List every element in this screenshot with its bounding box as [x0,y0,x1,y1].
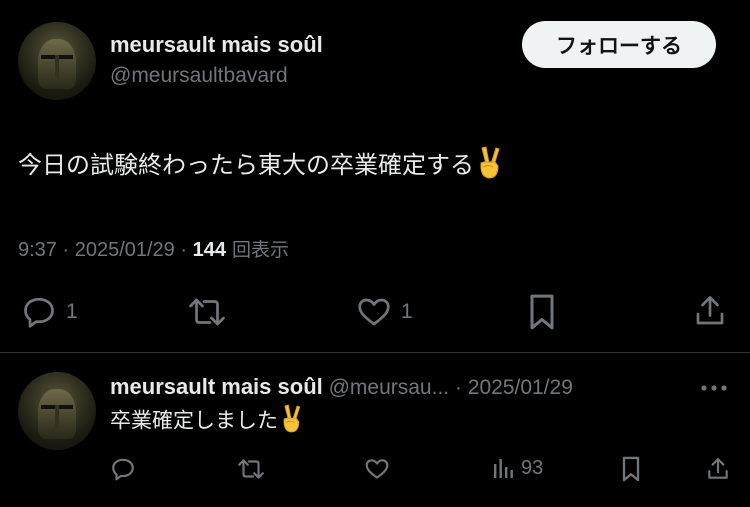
share-button[interactable] [692,292,728,330]
like-icon [365,459,389,479]
reply-share-button[interactable] [705,455,731,483]
reply-count: 1 [66,300,78,323]
reply-like-button[interactable] [364,456,390,482]
avatar[interactable] [18,22,96,100]
author-handle[interactable]: @meursaultbavard [110,64,288,88]
more-icon[interactable] [698,378,730,398]
author-name[interactable]: meursault mais soûl [110,32,323,58]
divider [0,352,750,353]
victory-hand-emoji [474,146,504,186]
reply-text: 卒業確定しました [110,404,304,439]
reply-view-count: 93 [521,456,544,479]
tweet-text: 今日の試験終わったら東大の卒業確定する [18,145,504,186]
reply-avatar[interactable] [18,372,96,450]
bookmark-button[interactable] [525,292,559,332]
reply-bookmark-button[interactable] [619,455,643,483]
like-button[interactable]: 1 [355,294,413,330]
tweet-meta: 9:37 · 2025/01/29 · 144 回表示 [18,235,289,262]
reply-retweet-button[interactable] [236,456,266,482]
reply-views-button[interactable]: 93 [493,456,543,480]
view-label: 回表示 [225,239,289,261]
like-count: 1 [401,300,413,323]
share-icon [708,458,728,479]
view-count: 144 [192,239,226,261]
reply-icon [24,297,54,328]
retweet-button[interactable] [186,294,228,330]
bookmark-icon [622,456,640,482]
reply-button[interactable]: 1 [20,294,78,330]
tweet-text-body: 今日の試験終わったら東大の卒業確定する [18,151,474,179]
share-icon [696,296,724,325]
victory-hand-emoji [278,404,304,439]
reply-header: meursault mais soûl @meursau... · 2025/0… [110,374,573,400]
retweet-icon [189,298,225,326]
bookmark-icon [530,294,554,330]
views-icon [494,459,513,478]
reply-reply-button[interactable] [110,456,136,482]
timestamp[interactable]: 9:37 · 2025/01/29 · [18,239,193,261]
reply-text-body: 卒業確定しました [110,408,278,433]
reply-handle-date[interactable]: @meursau... · 2025/01/29 [323,376,573,399]
reply-icon [112,458,134,481]
main-tweet: meursault mais soûl @meursaultbavard フォロ… [0,0,750,352]
reply-author-name[interactable]: meursault mais soûl [110,374,323,399]
retweet-icon [238,459,264,479]
like-icon [358,298,390,326]
follow-button[interactable]: フォローする [522,21,716,68]
